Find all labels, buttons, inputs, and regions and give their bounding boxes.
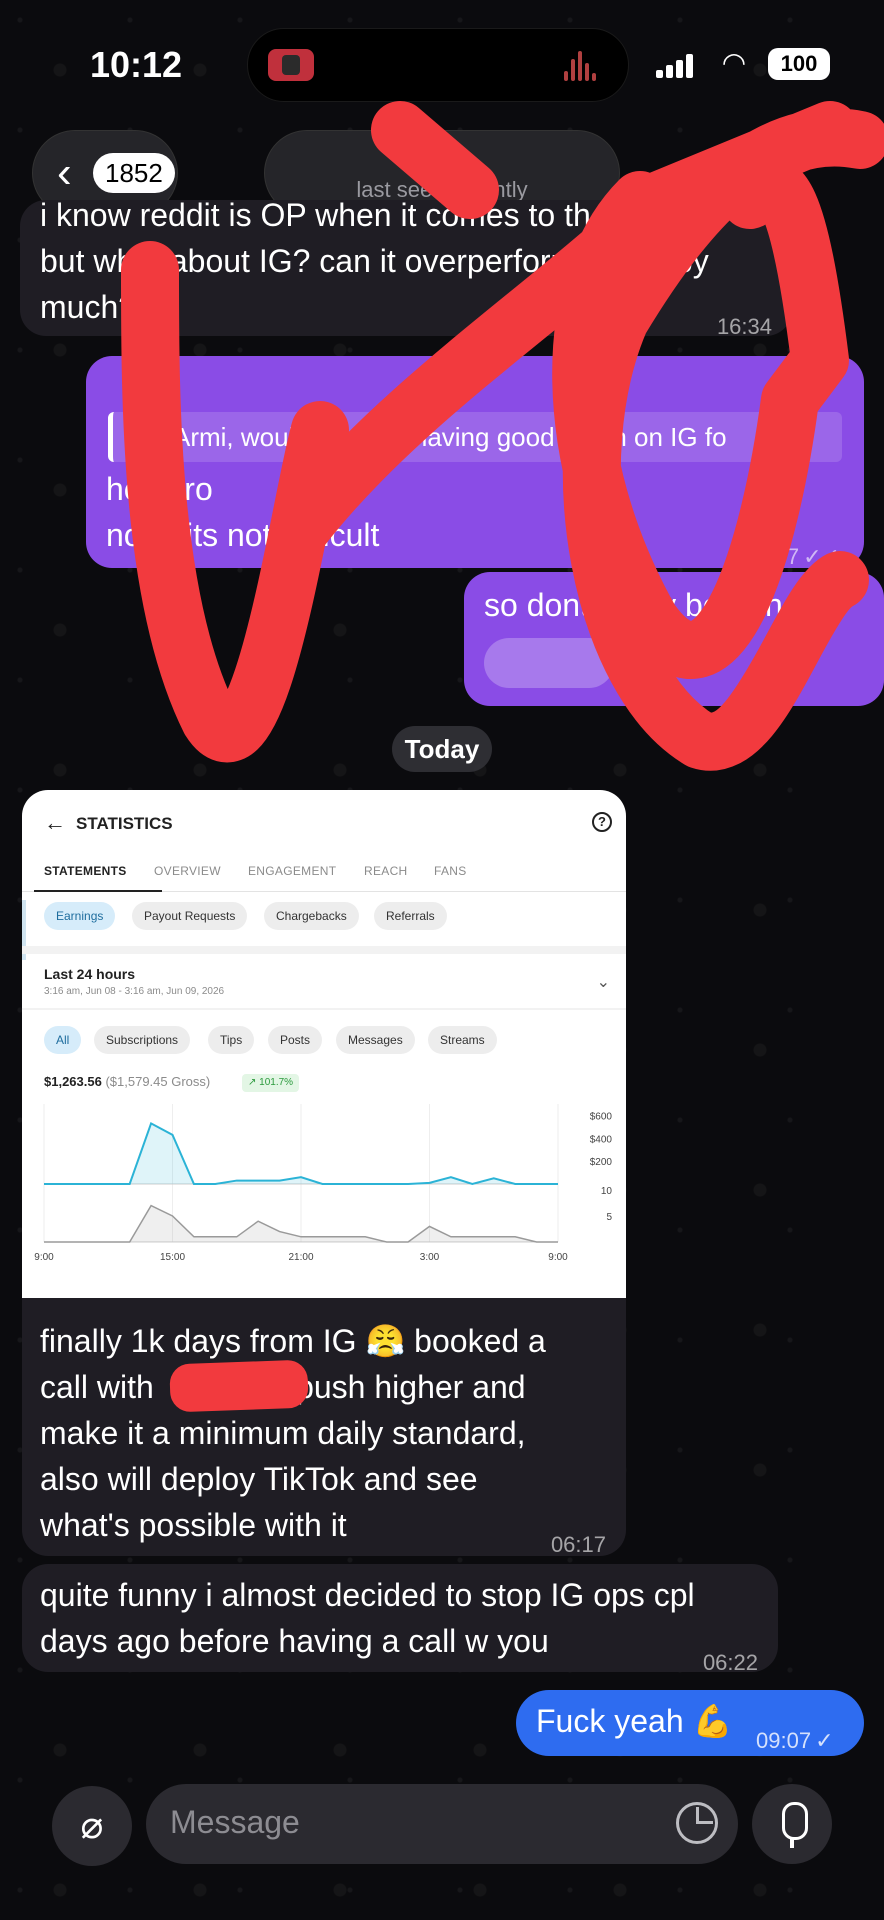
- filter-messages: Messages: [336, 1026, 415, 1054]
- y-tick-label: $600: [590, 1111, 613, 1122]
- tab-fans: FANS: [434, 864, 467, 878]
- message-time-text: 09:07: [756, 1728, 812, 1753]
- message-bubble[interactable]: i know reddit is OP when it comes to th.…: [20, 197, 792, 339]
- message-time: 17: [760, 680, 785, 705]
- x-tick-label: 15:00: [160, 1252, 185, 1263]
- message-bubble[interactable]: quite funny i almost decided to stop IG …: [22, 1564, 778, 1675]
- tab-statements: STATEMENTS: [44, 864, 127, 878]
- message-line: what's possible with it: [40, 1507, 347, 1543]
- range-subtitle: 3:16 am, Jun 08 - 3:16 am, Jun 09, 2026: [44, 986, 225, 997]
- date-separator: Today: [392, 726, 492, 772]
- message-line: but what about IG? can it overperform re…: [40, 243, 709, 279]
- net-total: $1,263.56: [44, 1074, 102, 1089]
- clock: 10:12: [90, 44, 183, 85]
- message-line: days ago before having a call w you: [40, 1623, 549, 1659]
- cellular-signal-icon: [656, 54, 696, 78]
- range-title: Last 24 hours: [44, 966, 136, 982]
- x-tick-label: 21:00: [288, 1252, 313, 1263]
- help-icon: ?: [592, 812, 612, 832]
- message-bubble[interactable]: finally 1k days from IG 😤 booked a call …: [22, 1298, 626, 1557]
- app-activity-icon: [268, 49, 314, 81]
- paperclip-icon: ⌀: [80, 1805, 104, 1847]
- filter-subscriptions: Subscriptions: [94, 1026, 191, 1054]
- chip-payout-requests: Payout Requests: [132, 902, 248, 930]
- tab-engagement: ENGAGEMENT: [248, 864, 337, 878]
- message-bubble[interactable]: Armi, would you say having good reach on…: [86, 356, 864, 569]
- chip-chargebacks: Chargebacks: [264, 902, 359, 930]
- tab-underline: [34, 890, 162, 892]
- earnings-total: $1,263.56 ($1,579.45 Gross): [44, 1074, 210, 1089]
- message-time-text: 17:07: [744, 544, 800, 569]
- reaction-chip[interactable]: [484, 638, 614, 688]
- redaction-mark: [169, 1359, 309, 1413]
- chip-referrals: Referrals: [374, 902, 447, 930]
- message-line: finally 1k days from IG 😤 booked a: [40, 1323, 546, 1359]
- stats-tabs: STATEMENTS OVERVIEW ENGAGEMENT REACH FAN…: [22, 852, 626, 892]
- message-bubble[interactable]: so dont worry bout that 17: [464, 572, 884, 706]
- message-line: i know reddit is OP when it comes to th.…: [40, 197, 618, 233]
- section-divider: [22, 946, 626, 954]
- stats-title: STATISTICS: [76, 814, 173, 833]
- section-divider: [22, 1008, 626, 1010]
- message-line: hey bro: [106, 471, 213, 507]
- filter-streams: Streams: [428, 1026, 497, 1054]
- message-line: so dont worry bout that: [484, 587, 810, 623]
- message-text: Fuck yeah 💪: [536, 1703, 733, 1739]
- voice-record-button[interactable]: [752, 1784, 832, 1864]
- tab-reach: REACH: [364, 864, 408, 878]
- message-bubble[interactable]: Fuck yeah 💪 09:07 ✓: [516, 1690, 864, 1756]
- unread-count-badge: 1852: [93, 153, 175, 193]
- read-check-icon: ✓✓: [803, 544, 840, 569]
- audio-wave-icon: [564, 51, 604, 81]
- message-line: also will deploy TikTok and see: [40, 1461, 478, 1497]
- status-bar: 10:12 ◠ 100: [0, 0, 884, 120]
- sent-check-icon: ✓: [815, 1728, 834, 1753]
- wifi-icon: ◠: [721, 47, 747, 78]
- x-tick-label: 3:00: [420, 1252, 440, 1263]
- tab-overview: OVERVIEW: [154, 864, 221, 878]
- sticker-icon[interactable]: [676, 1802, 718, 1844]
- message-time: 16:34: [716, 314, 772, 339]
- message-time: 06:17: [550, 1532, 606, 1557]
- filter-tips: Tips: [208, 1026, 255, 1054]
- x-tick-label: 9:00: [548, 1252, 568, 1263]
- filter-posts: Posts: [268, 1026, 323, 1054]
- shared-screenshot[interactable]: ← STATISTICS ? STATEMENTS OVERVIEW ENGAG…: [22, 790, 626, 1300]
- earnings-chart: 9:00 15:00 21:00 3:00 9:00 $600 $400 $200 10 5: [34, 1104, 613, 1263]
- message-line: much?: [40, 289, 137, 325]
- y-tick-label: 5: [606, 1212, 612, 1223]
- attach-button[interactable]: ⌀: [52, 1786, 132, 1866]
- chip-earnings: Earnings: [44, 902, 116, 930]
- message-time: 06:22: [702, 1650, 758, 1675]
- message-time: 09:07 ✓: [756, 1718, 834, 1764]
- chevron-down-icon: ⌄: [596, 974, 610, 991]
- battery-indicator: 100: [768, 48, 830, 80]
- gross-total: ($1,579.45 Gross): [105, 1074, 211, 1089]
- reply-quote[interactable]: Armi, would you say having good reach on…: [108, 412, 842, 462]
- dynamic-island: [247, 28, 629, 102]
- message-line: nope its not difficult: [106, 517, 380, 553]
- y-tick-label: $400: [590, 1134, 613, 1145]
- y-tick-label: $200: [590, 1157, 613, 1168]
- message-placeholder: Message: [170, 1804, 300, 1840]
- message-input[interactable]: Message: [146, 1784, 738, 1864]
- filter-all: All: [44, 1026, 82, 1054]
- arrow-left-icon: ←: [44, 810, 66, 835]
- message-line: quite funny i almost decided to stop IG …: [40, 1577, 695, 1613]
- message-line: make it a minimum daily standard,: [40, 1415, 526, 1451]
- y-tick-label: 10: [601, 1186, 613, 1197]
- x-tick-label: 9:00: [34, 1252, 54, 1263]
